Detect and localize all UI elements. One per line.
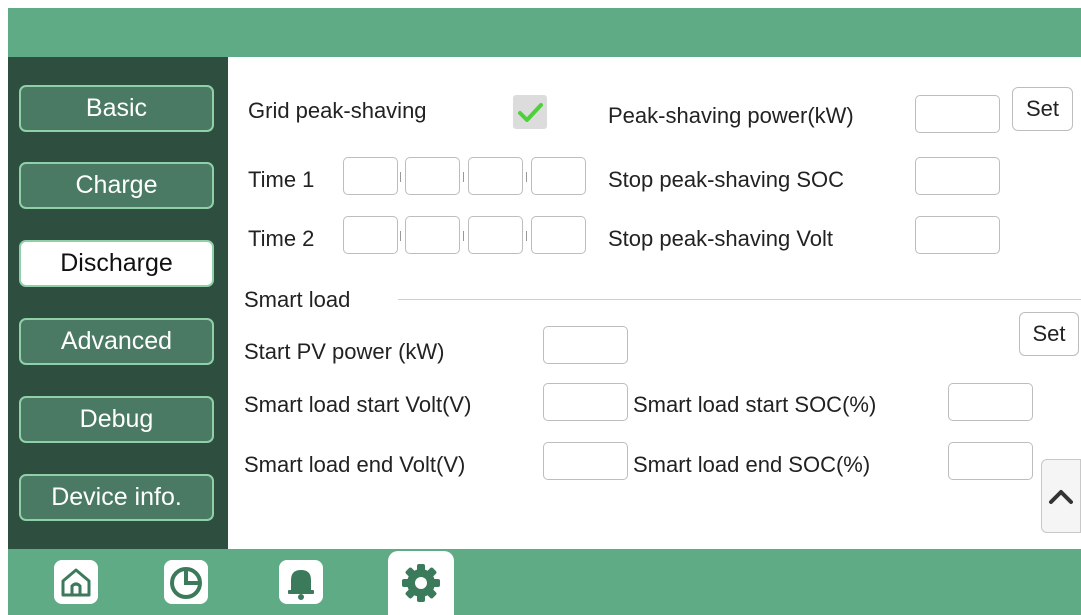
chevron-up-icon xyxy=(1049,490,1073,504)
discharge-panel: Grid peak-shaving Peak-shaving power(kW)… xyxy=(228,57,1081,549)
start-pv-power-input[interactable] xyxy=(543,326,628,364)
bell-icon xyxy=(279,560,323,604)
smart-load-section-title: Smart load xyxy=(244,287,351,312)
peak-shaving-power-input[interactable] xyxy=(915,95,1000,133)
pie-chart-icon xyxy=(164,560,208,604)
sidebar: Basic Charge Discharge Advanced Debug De… xyxy=(8,57,228,549)
smart-load-end-soc-label: Smart load end SOC(%) xyxy=(633,452,871,477)
stop-peak-shaving-volt-label: Stop peak-shaving Volt xyxy=(608,226,834,251)
sidebar-item-advanced[interactable]: Advanced xyxy=(19,318,214,365)
sidebar-item-basic[interactable]: Basic xyxy=(19,85,214,132)
sidebar-item-device-info[interactable]: Device info. xyxy=(19,474,214,521)
sidebar-item-charge[interactable]: Charge xyxy=(19,162,214,209)
settings-button[interactable] xyxy=(388,551,454,615)
time-separator xyxy=(526,172,527,182)
smart-load-end-soc-input[interactable] xyxy=(948,442,1033,480)
peak-shaving-power-label: Peak-shaving power(kW) xyxy=(608,103,854,128)
time-separator xyxy=(400,172,401,182)
scroll-up-button[interactable] xyxy=(1041,459,1081,533)
time2-end-minute-input[interactable] xyxy=(531,216,586,254)
section-divider xyxy=(398,299,1081,300)
grid-peak-shaving-label: Grid peak-shaving xyxy=(248,98,427,123)
gear-icon xyxy=(402,564,440,602)
grid-peak-shaving-checkbox[interactable] xyxy=(513,95,547,129)
stop-peak-shaving-soc-label: Stop peak-shaving SOC xyxy=(608,167,845,192)
stop-peak-shaving-soc-input[interactable] xyxy=(915,157,1000,195)
smart-load-end-volt-input[interactable] xyxy=(543,442,628,480)
sidebar-item-debug[interactable]: Debug xyxy=(19,396,214,443)
alarms-button[interactable] xyxy=(278,559,324,605)
time1-end-minute-input[interactable] xyxy=(531,157,586,195)
time2-end-hour-input[interactable] xyxy=(468,216,523,254)
time1-start-minute-input[interactable] xyxy=(405,157,460,195)
smart-load-start-volt-input[interactable] xyxy=(543,383,628,421)
bottom-nav-bar xyxy=(8,549,1081,615)
smart-load-set-button[interactable]: Set xyxy=(1019,312,1079,356)
time1-start-hour-input[interactable] xyxy=(343,157,398,195)
start-pv-power-label: Start PV power (kW) xyxy=(244,339,445,364)
time-separator xyxy=(526,231,527,241)
time-separator xyxy=(400,231,401,241)
smart-load-start-soc-label: Smart load start SOC(%) xyxy=(633,392,877,417)
time2-label: Time 2 xyxy=(248,226,315,251)
time2-start-minute-input[interactable] xyxy=(405,216,460,254)
time-separator xyxy=(463,231,464,241)
time-separator xyxy=(463,172,464,182)
time1-label: Time 1 xyxy=(248,167,315,192)
smart-load-start-volt-label: Smart load start Volt(V) xyxy=(244,392,472,417)
app-frame: Basic Charge Discharge Advanced Debug De… xyxy=(8,8,1081,615)
check-icon xyxy=(518,103,543,122)
time2-start-hour-input[interactable] xyxy=(343,216,398,254)
top-bar xyxy=(8,8,1081,57)
statistics-button[interactable] xyxy=(163,559,209,605)
sidebar-item-discharge[interactable]: Discharge xyxy=(19,240,214,287)
smart-load-end-volt-label: Smart load end Volt(V) xyxy=(244,452,466,477)
peak-shaving-set-button[interactable]: Set xyxy=(1012,87,1073,131)
time1-end-hour-input[interactable] xyxy=(468,157,523,195)
home-icon xyxy=(54,560,98,604)
stop-peak-shaving-volt-input[interactable] xyxy=(915,216,1000,254)
home-button[interactable] xyxy=(53,559,99,605)
smart-load-start-soc-input[interactable] xyxy=(948,383,1033,421)
